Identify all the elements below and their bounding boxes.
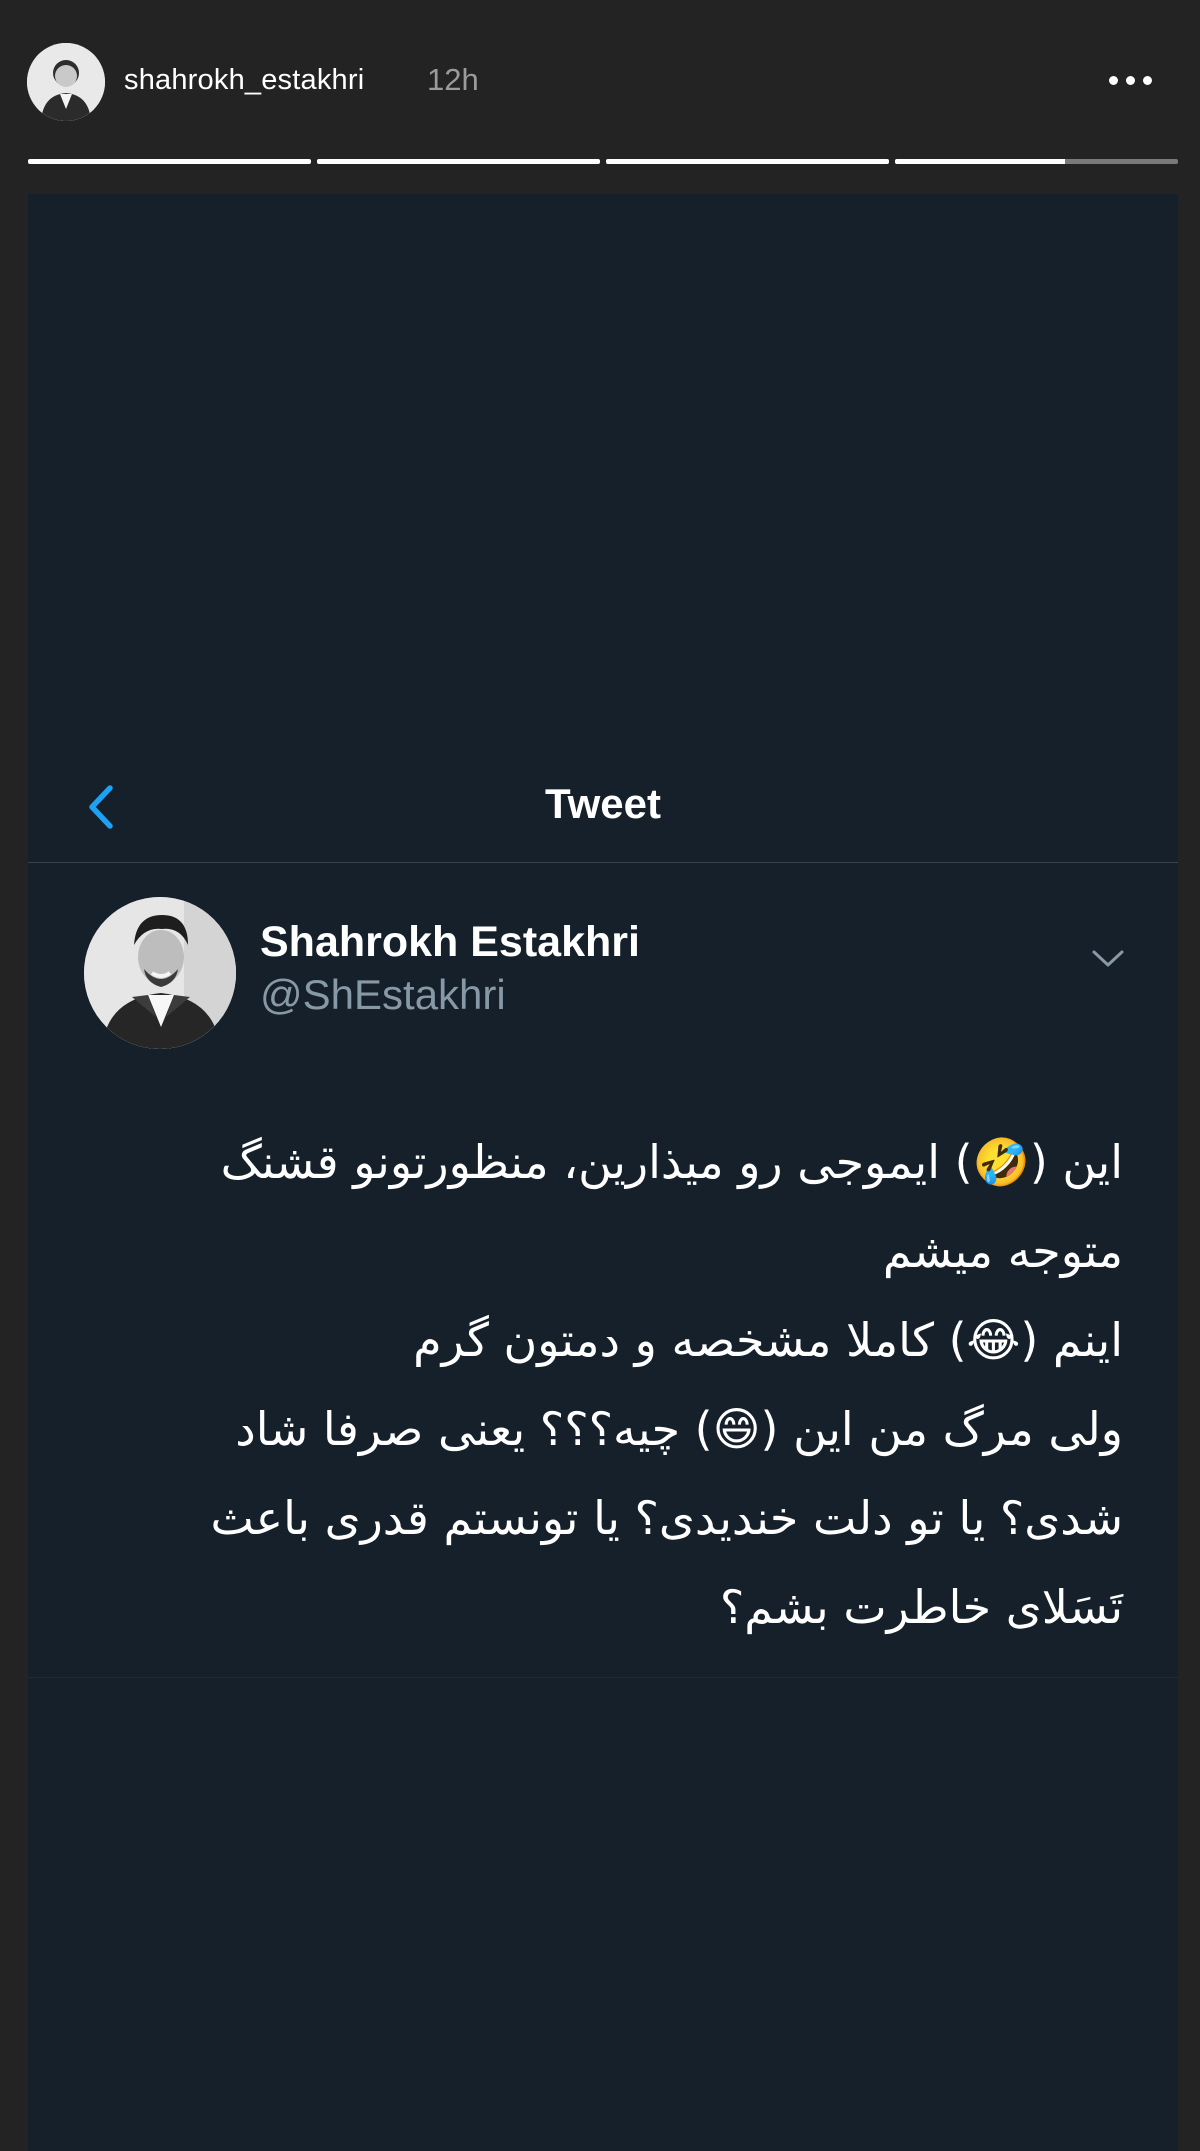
- page-title: Tweet: [545, 780, 661, 827]
- story-username[interactable]: shahrokh_estakhri: [124, 64, 364, 97]
- tweet-text: این (🤣) ایموجی رو میذارین، منظورتونو قشن…: [83, 1118, 1123, 1652]
- profile-photo: [84, 897, 236, 1049]
- profile-photo: [27, 43, 105, 121]
- author-handle[interactable]: @ShEstakhri: [260, 971, 506, 1019]
- tweet-text-line: این (🤣) ایموجی رو میذارین، منظورتونو قشن…: [220, 1135, 1123, 1189]
- tweet-text-line: متوجه میشم: [882, 1224, 1123, 1278]
- progress-fill: [606, 159, 889, 164]
- chevron-down-icon: [1092, 950, 1124, 967]
- tweet-header: Tweet: [28, 752, 1178, 863]
- tweet-card: Shahrokh Estakhri @ShEstakhri این (🤣) ای…: [28, 863, 1178, 1678]
- progress-fill: [895, 159, 1065, 164]
- more-horizontal-icon: [1125, 75, 1135, 85]
- progress-segment: [317, 159, 600, 164]
- more-options-button[interactable]: [1095, 60, 1165, 100]
- more-horizontal-icon: [1142, 75, 1152, 85]
- story-progress: [28, 159, 1178, 164]
- tweet-text-line: شدی؟ یا تو دلت خندیدی؟ یا تونستم قدری با…: [210, 1491, 1123, 1545]
- author-name[interactable]: Shahrokh Estakhri: [260, 918, 640, 967]
- progress-fill: [28, 159, 311, 164]
- tweet-menu-button[interactable]: [1088, 938, 1128, 978]
- tweet-text-line: تَسَلای خاطرت بشم؟: [719, 1580, 1123, 1634]
- progress-segment: [606, 159, 889, 164]
- progress-fill: [317, 159, 600, 164]
- story-timestamp: 12h: [427, 62, 479, 97]
- more-horizontal-icon: [1108, 75, 1118, 85]
- tweet-text-line: ولی مرگ من این (😄) چیه؟؟؟ یعنی صرفا شاد: [235, 1402, 1123, 1456]
- progress-segment: [895, 159, 1178, 164]
- avatar[interactable]: [27, 43, 105, 121]
- tweet-text-line: اینم (😂) کاملا مشخصه و دمتون گرم: [413, 1313, 1123, 1367]
- story-header: shahrokh_estakhri 12h: [0, 0, 1200, 140]
- author-avatar[interactable]: [84, 897, 236, 1049]
- progress-segment: [28, 159, 311, 164]
